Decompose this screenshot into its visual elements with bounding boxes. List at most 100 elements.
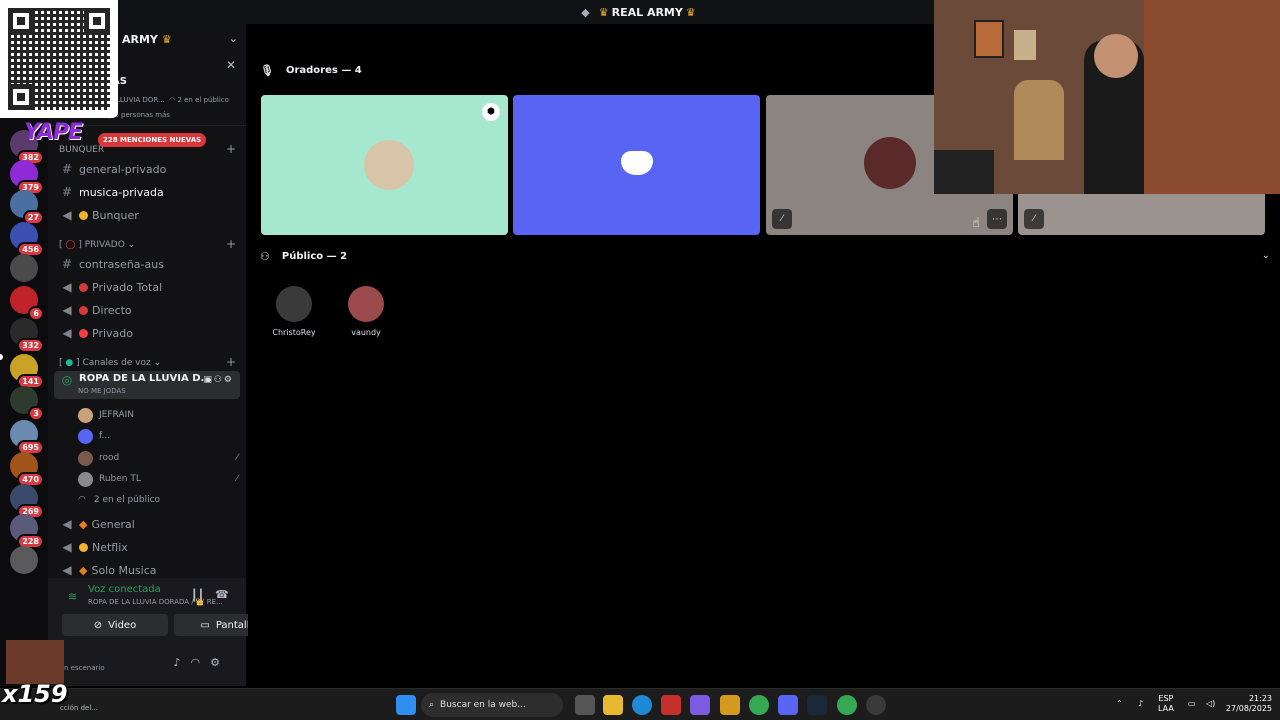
- category-voz[interactable]: [ ● ] Canales de voz ⌄: [59, 358, 161, 368]
- crown-icon: ♛: [161, 32, 172, 46]
- webcam-feed: [934, 0, 1280, 194]
- category-bunquer[interactable]: BUNQUER: [59, 145, 104, 155]
- mic-muted-icon: ⁄: [772, 209, 792, 229]
- user-controls[interactable]: ♪◠⚙: [173, 656, 230, 669]
- screen: ◆ ♛ REAL ARMY ♛ 382 379 27 456 6 332 141…: [0, 0, 1280, 720]
- crown-icon: ♛: [685, 5, 696, 19]
- video-off-icon: ⊘: [93, 619, 103, 631]
- audience-count[interactable]: ◠ 2 en el público: [78, 491, 248, 509]
- clock[interactable]: 21:23 27/08/2025: [1224, 694, 1272, 714]
- voice-status[interactable]: Voz conectada: [88, 584, 161, 595]
- server-icon[interactable]: 695: [10, 420, 44, 455]
- audience-member[interactable]: vaundy: [336, 286, 396, 337]
- chevron-up-icon[interactable]: ⌃: [1116, 699, 1123, 709]
- taskbar-search[interactable]: ⌕ Buscar en la web...: [421, 693, 563, 717]
- brick-wall: [1144, 0, 1280, 194]
- server-icon[interactable]: 141: [10, 354, 44, 389]
- server-icon[interactable]: 27: [10, 190, 44, 225]
- server-icon[interactable]: [10, 546, 38, 574]
- discord-icon[interactable]: [778, 695, 798, 715]
- server-icon[interactable]: 470: [10, 452, 44, 487]
- speaker-icon: ◀: [62, 303, 72, 317]
- microphone-icon[interactable]: ♪: [1138, 699, 1143, 709]
- server-icon[interactable]: 3: [10, 386, 44, 421]
- mention-badge: 3: [28, 406, 44, 421]
- server-icon[interactable]: 379: [10, 160, 44, 195]
- channel-contrasena[interactable]: # contraseña-aus: [54, 253, 240, 275]
- channel-general[interactable]: ◀ ◆ General: [54, 513, 240, 535]
- signal-icon[interactable]: ≋: [68, 590, 77, 603]
- app-icon[interactable]: [661, 695, 681, 715]
- server-icon[interactable]: [10, 254, 38, 282]
- speakers-header: 🎙 Oradores — 4: [260, 64, 362, 77]
- stage-icon: ◎: [61, 373, 73, 387]
- mic-muted-icon: ⁄: [1024, 209, 1044, 229]
- volume-icon[interactable]: ◁): [1206, 699, 1215, 709]
- audience-member[interactable]: ChristoRey: [264, 286, 324, 337]
- server-icon[interactable]: 6: [10, 286, 44, 321]
- server-icon[interactable]: 332: [10, 318, 44, 353]
- voice-user[interactable]: f...: [78, 427, 248, 445]
- close-icon[interactable]: ✕: [226, 58, 236, 72]
- banner-subtitle: LLUVIA DOR... ◠ 2 en el público: [116, 96, 229, 104]
- voice-user[interactable]: Ruben TL ⁄: [78, 470, 248, 488]
- channel-general-privado[interactable]: # general-privado: [54, 158, 240, 180]
- channel-directo[interactable]: ◀ Directo: [54, 299, 240, 321]
- disconnect-icon[interactable]: ☎: [215, 588, 229, 601]
- people-icon: ⚇: [260, 250, 270, 263]
- copilot-icon[interactable]: [690, 695, 710, 715]
- channel-tools[interactable]: ▣⚇⚙: [203, 375, 234, 385]
- chrome-icon[interactable]: [837, 695, 857, 715]
- channel-active-voice[interactable]: ◎ ROPA DE LA LLUVIA D... ▣⚇⚙ NO ME JODAS: [54, 371, 240, 399]
- avatar: [276, 286, 312, 322]
- obs-icon[interactable]: [866, 695, 886, 715]
- network-icon[interactable]: ▭: [1188, 699, 1196, 709]
- edge-icon[interactable]: [632, 695, 652, 715]
- server-name: ARMY: [122, 32, 158, 46]
- hash-icon: #: [61, 257, 73, 271]
- category-privado[interactable]: [ ◯ ] PRIVADO ⌄: [59, 240, 135, 250]
- red-circle-icon: [79, 305, 88, 315]
- qr-code: [0, 0, 118, 118]
- mouse-cursor-icon: ☝: [972, 216, 980, 231]
- file-explorer-icon[interactable]: [603, 695, 623, 715]
- more-options-icon[interactable]: ⋯: [987, 209, 1007, 229]
- headphones-icon: ◠: [190, 656, 211, 669]
- speaker-tile[interactable]: [513, 95, 760, 235]
- task-view-icon[interactable]: [575, 695, 595, 715]
- language-indicator[interactable]: ESP LAA: [1158, 694, 1174, 714]
- chrome-icon[interactable]: [749, 695, 769, 715]
- channel-privado[interactable]: ◀ Privado: [54, 322, 240, 344]
- microphone-icon: 🎙: [260, 64, 274, 77]
- server-icon[interactable]: 228: [10, 514, 44, 549]
- no-entry-icon: [79, 282, 88, 292]
- video-button[interactable]: ⊘ Video: [62, 614, 168, 636]
- add-channel-icon[interactable]: +: [226, 142, 236, 156]
- chevron-down-icon[interactable]: ⌄: [1262, 250, 1270, 261]
- mention-badge: 332: [17, 338, 44, 353]
- prohibited-icon: [79, 328, 88, 338]
- steam-icon[interactable]: [807, 695, 827, 715]
- speaker-tile[interactable]: ⬢: [261, 95, 508, 235]
- add-channel-icon[interactable]: +: [226, 237, 236, 251]
- voice-user[interactable]: JEFRAIN: [78, 406, 248, 424]
- channel-netflix[interactable]: ◀ Netflix: [54, 536, 240, 558]
- add-channel-icon[interactable]: +: [226, 355, 236, 369]
- server-icon[interactable]: 269: [10, 484, 44, 519]
- server-icon[interactable]: 456: [10, 222, 44, 257]
- stage-status: n escenario: [64, 664, 105, 672]
- chevron-down-icon[interactable]: ⌄: [229, 32, 238, 45]
- overlay-counter: x159: [2, 680, 68, 708]
- voice-user[interactable]: rood ⁄: [78, 449, 248, 467]
- app-icon[interactable]: [720, 695, 740, 715]
- channel-bunquer[interactable]: ◀ Bunquer: [54, 204, 240, 226]
- avatar: [348, 286, 384, 322]
- soundboard-icon[interactable]: ┃┃: [191, 589, 204, 602]
- channel-privado-total[interactable]: ◀ Privado Total: [54, 276, 240, 298]
- second-person: [1014, 80, 1064, 160]
- new-mentions-badge[interactable]: 228 MENCIONES NUEVAS: [98, 133, 207, 147]
- screen-share-icon: ▭: [200, 619, 210, 631]
- windows-start-icon[interactable]: [396, 695, 416, 715]
- gear-icon: ⚙: [210, 656, 230, 669]
- channel-musica-privada[interactable]: # musica-privada: [54, 181, 240, 203]
